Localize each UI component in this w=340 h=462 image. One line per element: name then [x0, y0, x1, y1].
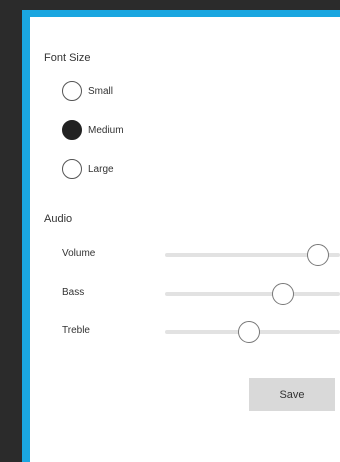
radio-large[interactable]: Large	[62, 158, 114, 180]
radio-label-small: Small	[88, 85, 114, 97]
slider-treble[interactable]: Treble	[30, 321, 340, 343]
slider-track-bass[interactable]	[165, 292, 340, 296]
audio-heading: Audio	[44, 213, 73, 225]
slider-thumb-volume[interactable]	[307, 244, 330, 266]
font-size-heading: Font Size	[44, 52, 91, 64]
radio-circle-small[interactable]	[62, 81, 82, 101]
radio-circle-large[interactable]	[62, 159, 82, 179]
slider-label-bass: Bass	[62, 287, 85, 298]
slider-volume[interactable]: Volume	[30, 244, 340, 266]
radio-medium[interactable]: Medium	[62, 119, 124, 141]
slider-label-volume: Volume	[62, 248, 96, 259]
radio-circle-medium[interactable]	[62, 120, 82, 140]
slider-thumb-treble[interactable]	[238, 321, 261, 343]
save-button[interactable]: Save	[249, 378, 335, 411]
slider-thumb-bass[interactable]	[272, 283, 295, 305]
radio-label-medium: Medium	[88, 124, 124, 136]
radio-label-large: Large	[88, 163, 114, 175]
radio-small[interactable]: Small	[62, 80, 113, 102]
slider-label-treble: Treble	[62, 325, 90, 336]
slider-bass[interactable]: Bass	[30, 283, 340, 305]
